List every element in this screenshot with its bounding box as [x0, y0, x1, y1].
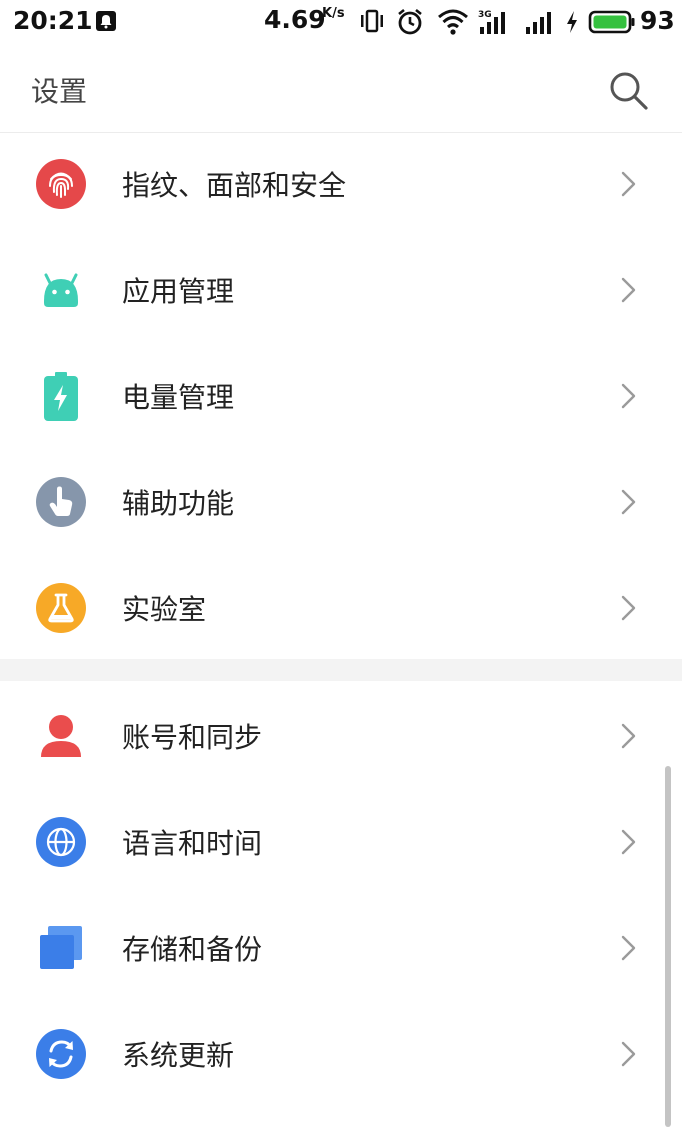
item-label: 辅助功能 [122, 487, 235, 520]
item-label: 实验室 [122, 593, 207, 626]
charging-icon [567, 11, 577, 33]
item-label: 存储和备份 [122, 933, 263, 966]
signal-icon [526, 12, 551, 34]
battery-icon [44, 372, 78, 421]
chevron-right-icon [621, 171, 636, 197]
settings-item-language-time[interactable]: 语言和时间 [0, 788, 682, 894]
battery-level: 93 [640, 6, 675, 35]
battery-status-icon [588, 10, 635, 34]
update-icon [36, 1029, 86, 1079]
chevron-right-icon [621, 935, 636, 961]
chevron-right-icon [621, 277, 636, 303]
search-icon[interactable] [606, 68, 650, 112]
chevron-right-icon [621, 1041, 636, 1067]
item-label: 语言和时间 [122, 827, 263, 860]
settings-item-laboratory[interactable]: 实验室 [0, 554, 682, 660]
network-type-label: 3G [478, 10, 492, 20]
settings-item-battery-management[interactable]: 电量管理 [0, 342, 682, 448]
touch-hand-icon [36, 477, 86, 527]
settings-item-app-management[interactable]: 应用管理 [0, 236, 682, 342]
settings-item-accessibility[interactable]: 辅助功能 [0, 448, 682, 554]
item-label: 账号和同步 [122, 721, 263, 754]
account-icon [41, 715, 81, 757]
globe-icon [36, 817, 86, 867]
section-divider [0, 659, 682, 681]
scrollbar[interactable] [665, 766, 671, 1127]
wifi-icon [438, 9, 468, 35]
battery-fill [593, 15, 627, 29]
chevron-right-icon [621, 595, 636, 621]
vibrate-icon [361, 9, 383, 33]
item-label: 系统更新 [122, 1039, 235, 1072]
header: 设置 [0, 44, 682, 133]
status-time: 20:21 [13, 6, 93, 35]
status-bar: 20:21 4.69 K/s 3G 93 [0, 0, 682, 44]
item-label: 应用管理 [122, 275, 235, 308]
net-speed-unit: K/s [322, 6, 345, 21]
chevron-right-icon [621, 829, 636, 855]
settings-item-storage-backup[interactable]: 存储和备份 [0, 894, 682, 1000]
item-label: 电量管理 [122, 381, 235, 414]
item-label: 指纹、面部和安全 [122, 169, 347, 202]
chevron-right-icon [621, 723, 636, 749]
settings-item-system-update[interactable]: 系统更新 [0, 1000, 682, 1106]
flask-icon [36, 583, 86, 633]
chevron-right-icon [621, 489, 636, 515]
alarm-icon [398, 8, 422, 35]
storage-icon [40, 926, 82, 969]
net-speed: 4.69 [264, 5, 326, 34]
notification-icon [96, 11, 116, 31]
settings-item-account-sync[interactable]: 账号和同步 [0, 682, 682, 788]
chevron-right-icon [621, 383, 636, 409]
signal-3g-icon: 3G [478, 10, 505, 34]
fingerprint-icon [36, 159, 86, 209]
settings-item-security[interactable]: 指纹、面部和安全 [0, 130, 682, 236]
page-title: 设置 [31, 75, 88, 108]
android-icon [44, 273, 78, 307]
